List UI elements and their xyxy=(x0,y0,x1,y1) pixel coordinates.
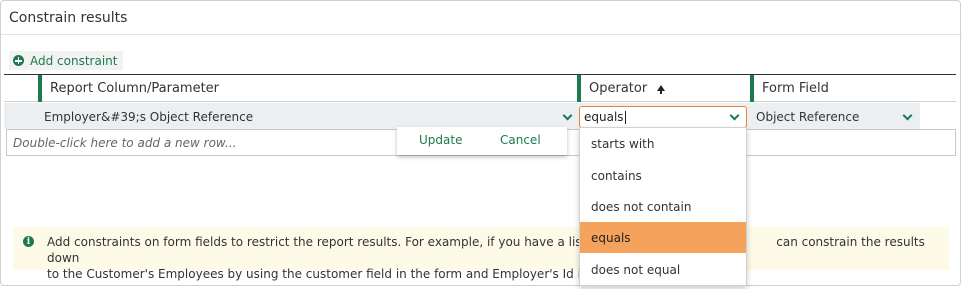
column-header-label: Operator xyxy=(589,81,648,96)
info-icon: i xyxy=(23,236,34,247)
text-caret xyxy=(624,110,626,124)
dropdown-option-contains[interactable]: contains xyxy=(580,160,746,191)
grid-header: Report Column/Parameter Operator Form Fi… xyxy=(4,74,956,102)
dropdown-option-starts-with[interactable]: starts with xyxy=(580,128,746,159)
plus-circle-icon xyxy=(13,55,24,66)
column-header-form-field[interactable]: Form Field xyxy=(750,75,956,102)
column-header-accent xyxy=(577,75,581,102)
row-action-bar: Update Cancel xyxy=(397,127,567,155)
add-constraint-label: Add constraint xyxy=(30,53,118,68)
column-header-accent xyxy=(38,75,42,102)
info-text: Add constraints on form fields to restri… xyxy=(47,234,942,282)
column-header-label: Report Column/Parameter xyxy=(50,81,220,96)
panel-title: Constrain results xyxy=(9,10,128,26)
dropdown-option-equals[interactable]: equals xyxy=(580,222,746,253)
dropdown-option-does-not-equal[interactable]: does not equal xyxy=(580,254,746,285)
chevron-down-icon[interactable] xyxy=(562,110,573,121)
operator-combobox[interactable]: equals xyxy=(579,106,747,128)
title-divider xyxy=(1,34,962,35)
edit-row: Employer&#39;s Object Reference Object R… xyxy=(4,103,920,129)
add-constraint-button[interactable]: Add constraint xyxy=(9,51,124,70)
info-line-2: to the Customer's Employees by using the… xyxy=(47,267,589,281)
column-header-report-column[interactable]: Report Column/Parameter xyxy=(38,75,578,102)
column-header-label: Form Field xyxy=(762,81,829,96)
operator-value: equals xyxy=(584,110,624,124)
report-column-select[interactable]: Employer&#39;s Object Reference xyxy=(41,106,579,127)
operator-dropdown-list: starts with contains does not contain eq… xyxy=(579,127,747,286)
arrow-up-icon xyxy=(657,84,666,94)
update-button[interactable]: Update xyxy=(419,133,462,147)
cancel-button[interactable]: Cancel xyxy=(500,133,541,147)
dropdown-option-does-not-contain[interactable]: does not contain xyxy=(580,191,746,222)
chevron-down-icon[interactable] xyxy=(729,110,740,121)
info-line-1: Add constraints on form fields to restri… xyxy=(47,234,942,266)
column-header-operator[interactable]: Operator xyxy=(577,75,751,102)
form-field-value: Object Reference xyxy=(756,109,860,124)
column-header-accent xyxy=(750,75,754,102)
form-field-select[interactable]: Object Reference xyxy=(753,106,919,127)
info-line-1-start: Add constraints on form fields to restri… xyxy=(47,235,587,249)
constrain-results-panel: Constrain results Add constraint Report … xyxy=(0,0,962,286)
info-message: i Add constraints on form fields to rest… xyxy=(13,227,949,281)
chevron-down-icon[interactable] xyxy=(902,110,913,121)
report-column-value: Employer&#39;s Object Reference xyxy=(44,109,254,124)
